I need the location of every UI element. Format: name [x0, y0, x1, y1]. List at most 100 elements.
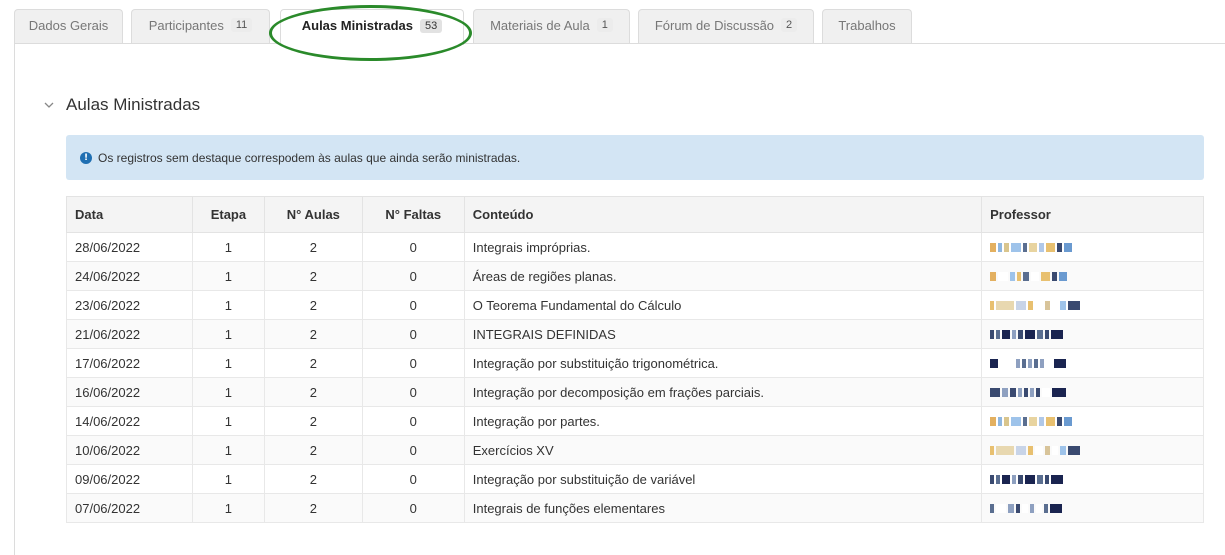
cell-faltas: 0: [361, 319, 465, 349]
cell-professor: [981, 493, 1204, 523]
cell-faltas: 0: [361, 377, 465, 407]
tab-materiais-de-aula[interactable]: Materiais de Aula 1: [473, 9, 630, 44]
cell-faltas: 0: [361, 290, 465, 320]
cell-etapa: 1: [191, 261, 265, 291]
cell-aulas: 2: [263, 319, 363, 349]
tab-label: Trabalhos: [838, 17, 896, 33]
redacted-name: [990, 356, 1195, 370]
cell-conteudo: Integrais de funções elementares: [463, 493, 983, 523]
col-header-conteudo: Conteúdo: [463, 196, 983, 233]
tab-label: Participantes: [148, 17, 224, 33]
cell-professor: [981, 406, 1204, 436]
cell-conteudo: Integração por partes.: [463, 406, 983, 436]
chevron-down-icon[interactable]: [42, 98, 56, 112]
cell-data: 09/06/2022: [66, 464, 193, 494]
cell-etapa: 1: [191, 377, 265, 407]
redacted-name: [990, 240, 1195, 254]
tab-label: Aulas Ministradas: [301, 18, 413, 33]
cell-data: 16/06/2022: [66, 377, 193, 407]
table-row: 14/06/2022 1 2 0 Integração por partes.: [66, 406, 1204, 436]
cell-etapa: 1: [191, 435, 265, 465]
tab-aulas-ministradas[interactable]: Aulas Ministradas 53: [280, 9, 464, 45]
cell-etapa: 1: [191, 406, 265, 436]
col-header-professor: Professor: [981, 196, 1204, 233]
tab-participantes[interactable]: Participantes 11: [131, 9, 270, 44]
cell-data: 24/06/2022: [66, 261, 193, 291]
redacted-name: [990, 327, 1195, 341]
col-header-etapa: Etapa: [191, 196, 265, 233]
cell-faltas: 0: [361, 232, 465, 262]
table-row: 21/06/2022 1 2 0 INTEGRAIS DEFINIDAS: [66, 319, 1204, 349]
tab-trabalhos[interactable]: Trabalhos: [822, 9, 912, 44]
cell-aulas: 2: [263, 232, 363, 262]
col-header-aulas: N° Aulas: [263, 196, 363, 233]
cell-data: 28/06/2022: [66, 232, 193, 262]
table-row: 23/06/2022 1 2 0 O Teorema Fundamental d…: [66, 290, 1204, 320]
cell-conteudo: Áreas de regiões planas.: [463, 261, 983, 291]
cell-etapa: 1: [191, 493, 265, 523]
count-badge: 1: [596, 18, 613, 32]
cell-professor: [981, 464, 1204, 494]
cell-data: 17/06/2022: [66, 348, 193, 378]
cell-etapa: 1: [191, 319, 265, 349]
cell-conteudo: Integração por decomposição em frações p…: [463, 377, 983, 407]
cell-data: 23/06/2022: [66, 290, 193, 320]
tab-bar: Dados Gerais Participantes 11 Aulas Mini…: [0, 0, 1225, 45]
table-row: 28/06/2022 1 2 0 Integrais impróprias.: [66, 232, 1204, 262]
info-icon: !: [80, 151, 92, 164]
section-header[interactable]: Aulas Ministradas: [42, 95, 200, 115]
cell-professor: [981, 290, 1204, 320]
tab-label: Materiais de Aula: [490, 17, 590, 33]
cell-conteudo: Integração por substituição trigonométri…: [463, 348, 983, 378]
count-badge: 53: [420, 18, 443, 33]
cell-aulas: 2: [263, 261, 363, 291]
count-badge: 11: [230, 18, 253, 32]
redacted-name: [990, 385, 1195, 399]
cell-professor: [981, 232, 1204, 262]
cell-aulas: 2: [263, 464, 363, 494]
table-row: 24/06/2022 1 2 0 Áreas de regiões planas…: [66, 261, 1204, 291]
cell-aulas: 2: [263, 493, 363, 523]
cell-conteudo: Exercícios XV: [463, 435, 983, 465]
cell-etapa: 1: [191, 464, 265, 494]
redacted-name: [990, 269, 1195, 283]
cell-conteudo: Integração por substituição de variável: [463, 464, 983, 494]
cell-faltas: 0: [361, 435, 465, 465]
col-header-faltas: N° Faltas: [361, 196, 465, 233]
cell-faltas: 0: [361, 261, 465, 291]
redacted-name: [990, 414, 1195, 428]
tab-dados-gerais[interactable]: Dados Gerais: [14, 9, 123, 44]
cell-conteudo: Integrais impróprias.: [463, 232, 983, 262]
cell-faltas: 0: [361, 464, 465, 494]
cell-faltas: 0: [361, 493, 465, 523]
table-row: 07/06/2022 1 2 0 Integrais de funções el…: [66, 493, 1204, 523]
alert-text: Os registros sem destaque correspodem às…: [98, 150, 521, 165]
table-row: 09/06/2022 1 2 0 Integração por substitu…: [66, 464, 1204, 494]
cell-professor: [981, 435, 1204, 465]
redacted-name: [990, 443, 1195, 457]
cell-aulas: 2: [263, 406, 363, 436]
table-row: 10/06/2022 1 2 0 Exercícios XV: [66, 435, 1204, 465]
cell-conteudo: INTEGRAIS DEFINIDAS: [463, 319, 983, 349]
cell-professor: [981, 261, 1204, 291]
section-title: Aulas Ministradas: [66, 95, 201, 114]
redacted-name: [990, 501, 1195, 515]
cell-data: 14/06/2022: [66, 406, 193, 436]
lessons-table: Data Etapa N° Aulas N° Faltas Conteúdo P…: [66, 196, 1204, 523]
cell-faltas: 0: [361, 348, 465, 378]
col-header-data: Data: [66, 196, 193, 233]
cell-professor: [981, 348, 1204, 378]
tab-forum-de-discussao[interactable]: Fórum de Discussão 2: [638, 9, 814, 44]
redacted-name: [990, 298, 1195, 312]
info-alert: ! Os registros sem destaque correspodem …: [66, 135, 1204, 180]
redacted-name: [990, 472, 1195, 486]
cell-aulas: 2: [263, 377, 363, 407]
table-row: 17/06/2022 1 2 0 Integração por substitu…: [66, 348, 1204, 378]
cell-data: 07/06/2022: [66, 493, 193, 523]
table-row: 16/06/2022 1 2 0 Integração por decompos…: [66, 377, 1204, 407]
cell-aulas: 2: [263, 348, 363, 378]
cell-professor: [981, 319, 1204, 349]
cell-etapa: 1: [191, 290, 265, 320]
cell-data: 21/06/2022: [66, 319, 193, 349]
table-header-row: Data Etapa N° Aulas N° Faltas Conteúdo P…: [66, 196, 1204, 233]
